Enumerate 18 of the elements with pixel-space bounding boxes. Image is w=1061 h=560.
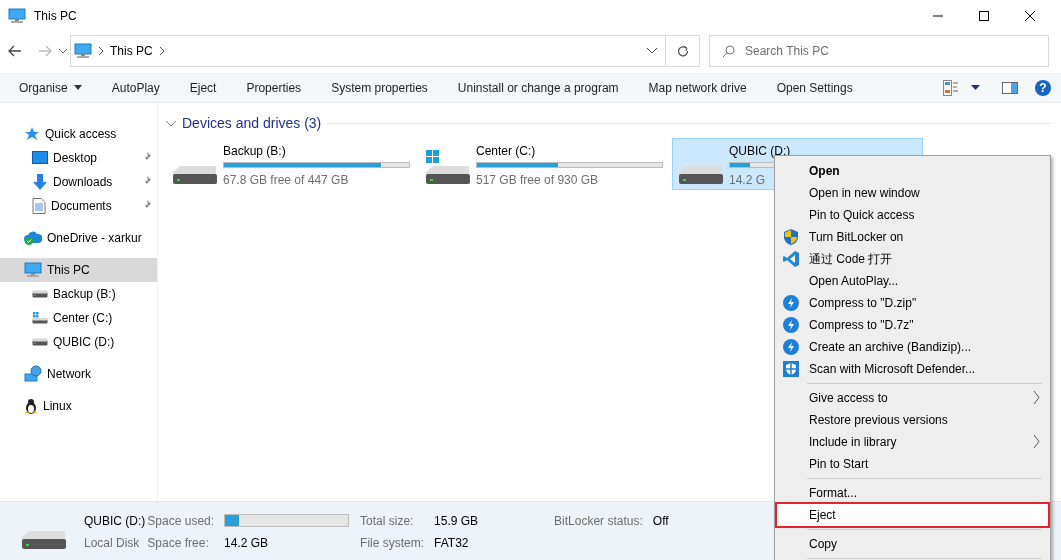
drive-name: QUBIC (D:) — [84, 512, 146, 530]
field-value: Off — [652, 512, 669, 530]
free-space-text: 67.8 GB free of 447 GB — [223, 172, 349, 189]
section-heading: Devices and drives (3) — [182, 114, 322, 133]
field-value: FAT32 — [434, 534, 470, 552]
free-space-text: 14.2 G — [729, 172, 766, 189]
window-title: This PC — [34, 8, 77, 25]
drive-type: Local Disk — [84, 534, 141, 552]
field-label: BitLocker status: — [554, 512, 643, 530]
field-value: 14.2 GB — [224, 534, 270, 552]
drive-name: Backup (B:) — [223, 143, 286, 160]
field-label: File system: — [360, 534, 425, 552]
field-label: Space used: — [147, 512, 215, 530]
free-space-text: 517 GB free of 930 GB — [476, 172, 599, 189]
field-value: 15.9 GB — [434, 512, 480, 530]
drive-name: Center (C:) — [476, 143, 536, 160]
field-label: Total size: — [360, 512, 415, 530]
field-label: Space free: — [147, 534, 210, 552]
